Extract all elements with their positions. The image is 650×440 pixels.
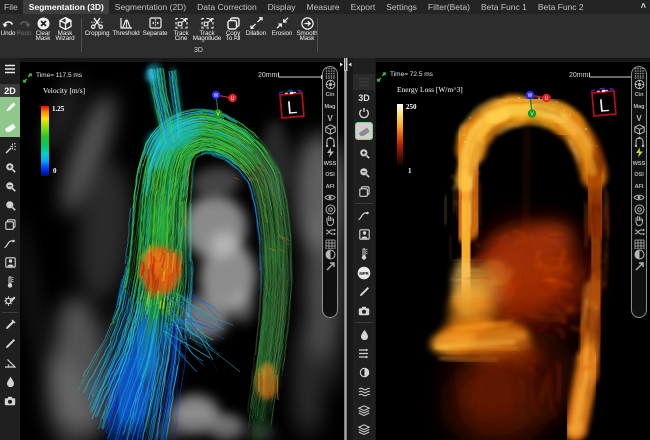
svg-text:W: W <box>528 93 533 99</box>
svg-text:L: L <box>286 97 298 118</box>
svg-text:U: U <box>545 96 549 102</box>
svg-text:U: U <box>231 96 235 102</box>
svg-text:W: W <box>214 93 219 99</box>
svg-text:MPR: MPR <box>359 271 368 276</box>
svg-text:L: L <box>598 95 610 116</box>
